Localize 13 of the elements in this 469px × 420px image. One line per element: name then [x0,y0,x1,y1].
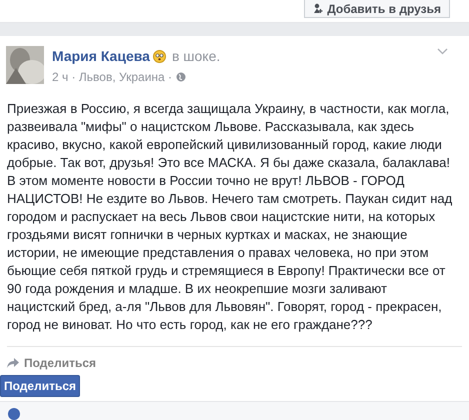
add-person-icon [313,3,324,14]
avatar-icon [8,408,20,420]
share-button[interactable]: Поделиться [0,375,80,397]
author-name[interactable]: Мария Кацева [52,46,150,67]
globe-icon [176,72,186,82]
share-link[interactable]: Поделиться [0,347,104,372]
share-arrow-icon [7,358,19,368]
feeling-text: в шоке. [172,47,220,66]
add-friend-button[interactable]: Добавить в друзья [304,0,450,18]
chevron-icon[interactable] [437,48,448,55]
post-text: Приезжая в Россию, я всегда защищала Украину, в частности, как могла, развеивала "мифы" о нацистском Львове. Рассказывала, как здесь красиво, вкусно, какой европейский цивилизованный город, какие люди добрые. Так вот, друзья! Это все МАСКА. Я бы даже сказала, балаклава! В этом моменте новости в России точно не врут! ЛЬВОВ - ГОРОД НАЦИСТОВ! Не ездите во Львов. Нечего там смотреть. Паукан сидит над городом и распускает на весь Львов свои нацистские нити, на которых гроздьями висят гопнички в черных куртках и масках, не знающие истории, не имеющие представления о правах человека, но при этом бьющие себя пяткой грудь и стремящиеся в Европу! Практически все от 90 года рождения и младше. В их неокрепшие мозги заливают нацистский бред, а-ля "Львов для Львовян". Говорят, город - прекрасен, город не виноват. Но что есть город, как не его граждане??? [6,100,454,334]
emoji-icon [152,50,166,63]
post-meta: 2 ч · Львов, Украина · [52,69,172,86]
